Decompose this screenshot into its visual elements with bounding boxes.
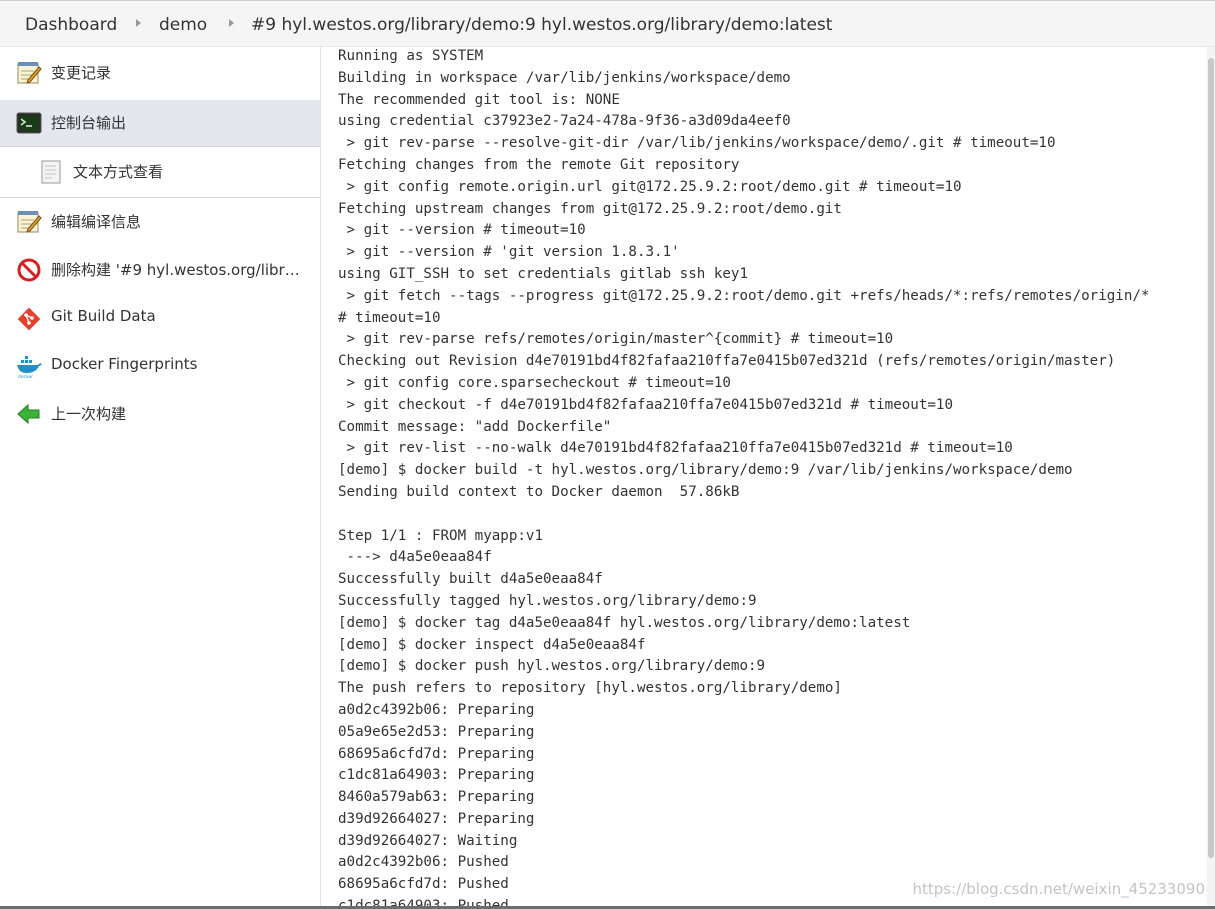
notepad-icon (16, 210, 42, 234)
console-line: ---> d4a5e0eaa84f (338, 549, 492, 566)
document-icon (40, 160, 66, 184)
sidebar-item-label: 删除构建 '#9 hyl.westos.org/library/demo:9 h… (51, 261, 303, 279)
console-line: 05a9e65e2d53: Preparing (338, 723, 535, 740)
git-icon (16, 306, 42, 331)
console-line: [demo] $ docker inspect d4a5e0eaa84f (338, 636, 646, 653)
console-line: > git --version # timeout=10 (338, 222, 586, 239)
console-line: > git rev-list --no-walk d4e70191bd4f82f… (338, 440, 1013, 457)
sidebar-item-label: 上一次构建 (51, 405, 127, 423)
sidebar-item-label: 控制台输出 (51, 114, 127, 132)
console-line: [demo] $ docker build -t hyl.westos.org/… (338, 462, 1073, 479)
watermark: https://blog.csdn.net/weixin_45233090 (912, 880, 1205, 898)
breadcrumb-job-link[interactable]: demo (159, 15, 207, 35)
sidebar-item-label: 变更记录 (51, 64, 112, 82)
divider (0, 146, 320, 147)
console-line: using credential c37923e2-7a24-478a-9f36… (338, 113, 791, 130)
sidebar-item-label: 文本方式查看 (73, 163, 164, 181)
console-line: The recommended git tool is: NONE (338, 91, 620, 108)
sidebar-item-label: Git Build Data (51, 307, 156, 325)
console-line: [demo] $ docker push hyl.westos.org/libr… (338, 658, 766, 675)
console-line: d39d92664027: Waiting (338, 832, 518, 849)
breadcrumb-build-link[interactable]: #9 hyl.westos.org/library/demo:9 hyl.wes… (251, 15, 832, 35)
console-line: Checking out Revision d4e70191bd4f82fafa… (338, 353, 1116, 370)
console-line: a0d2c4392b06: Preparing (338, 701, 535, 718)
console-line: Fetching changes from the remote Git rep… (338, 156, 740, 173)
console-line: Building in workspace /var/lib/jenkins/w… (338, 69, 791, 86)
scrollbar-thumb[interactable] (1208, 58, 1214, 858)
sidebar-item-edit-build-info[interactable]: 编辑编译信息 (0, 199, 320, 245)
sidebar-item-console-output[interactable]: 控制台输出 (0, 100, 320, 146)
console-line: > git rev-parse --resolve-git-dir /var/l… (338, 135, 1056, 152)
console-line: Fetching upstream changes from git@172.2… (338, 200, 842, 217)
sidebar-item-delete-build[interactable]: 删除构建 '#9 hyl.westos.org/library/demo:9 h… (0, 247, 320, 293)
breadcrumb: Dashboard demo #9 hyl.westos.org/library… (0, 0, 1215, 47)
notepad-icon (16, 61, 42, 85)
console-line: Successfully tagged hyl.westos.org/libra… (338, 592, 757, 609)
console-line: [demo] $ docker tag d4a5e0eaa84f hyl.wes… (338, 614, 911, 631)
sidebar-item-plain-text[interactable]: 文本方式查看 (0, 149, 320, 195)
sidebar-item-git-build-data[interactable]: Git Build Data (0, 295, 320, 341)
console-line: > git rev-parse refs/remotes/origin/mast… (338, 331, 894, 348)
divider (0, 197, 320, 198)
breadcrumb-separator-icon (229, 19, 234, 27)
sidebar-border (320, 47, 321, 909)
sidebar-item-docker-fingerprints[interactable]: docker Docker Fingerprints (0, 343, 320, 389)
console-line: Successfully built d4a5e0eaa84f (338, 571, 603, 588)
sidebar: 变更记录 控制台输出 文本方式查看 编辑编译信息 删除构建 '#9 hyl.we… (0, 47, 320, 909)
console-line: > git config remote.origin.url git@172.2… (338, 178, 962, 195)
breadcrumb-dashboard-link[interactable]: Dashboard (25, 15, 117, 35)
console-line: 8460a579ab63: Preparing (338, 789, 535, 806)
console-line: > git config core.sparsecheckout # timeo… (338, 374, 731, 391)
sidebar-item-label: Docker Fingerprints (51, 355, 198, 373)
console-line: Step 1/1 : FROM myapp:v1 (338, 527, 543, 544)
console-line: > git fetch --tags --progress git@172.25… (338, 287, 1150, 304)
no-entry-icon (16, 258, 42, 282)
breadcrumb-separator-icon (136, 19, 141, 27)
console-output: Running as SYSTEM Building in workspace /… (338, 46, 1203, 908)
console-line: using GIT_SSH to set credentials gitlab … (338, 265, 748, 282)
console-line: Running as SYSTEM (338, 48, 484, 64)
console-line: a0d2c4392b06: Pushed (338, 854, 509, 871)
back-arrow-icon (16, 402, 42, 426)
sidebar-item-changes[interactable]: 变更记录 (0, 50, 320, 96)
console-line: Sending build context to Docker daemon 5… (338, 483, 740, 500)
console-line: # timeout=10 (338, 309, 441, 326)
console-line: > git --version # 'git version 1.8.3.1' (338, 244, 680, 261)
console-line: Commit message: "add Dockerfile" (338, 418, 612, 435)
console-line: c1dc81a64903: Preparing (338, 767, 535, 784)
sidebar-item-label: 编辑编译信息 (51, 213, 142, 231)
docker-icon: docker (16, 354, 42, 380)
sidebar-item-previous-build[interactable]: 上一次构建 (0, 391, 320, 437)
svg-text:docker: docker (18, 374, 33, 378)
terminal-icon (16, 111, 42, 135)
console-line: d39d92664027: Preparing (338, 810, 535, 827)
console-line: The push refers to repository [hyl.westo… (338, 680, 842, 697)
console-line: > git checkout -f d4e70191bd4f82fafaa210… (338, 396, 953, 413)
console-line: 68695a6cfd7d: Preparing (338, 745, 535, 762)
